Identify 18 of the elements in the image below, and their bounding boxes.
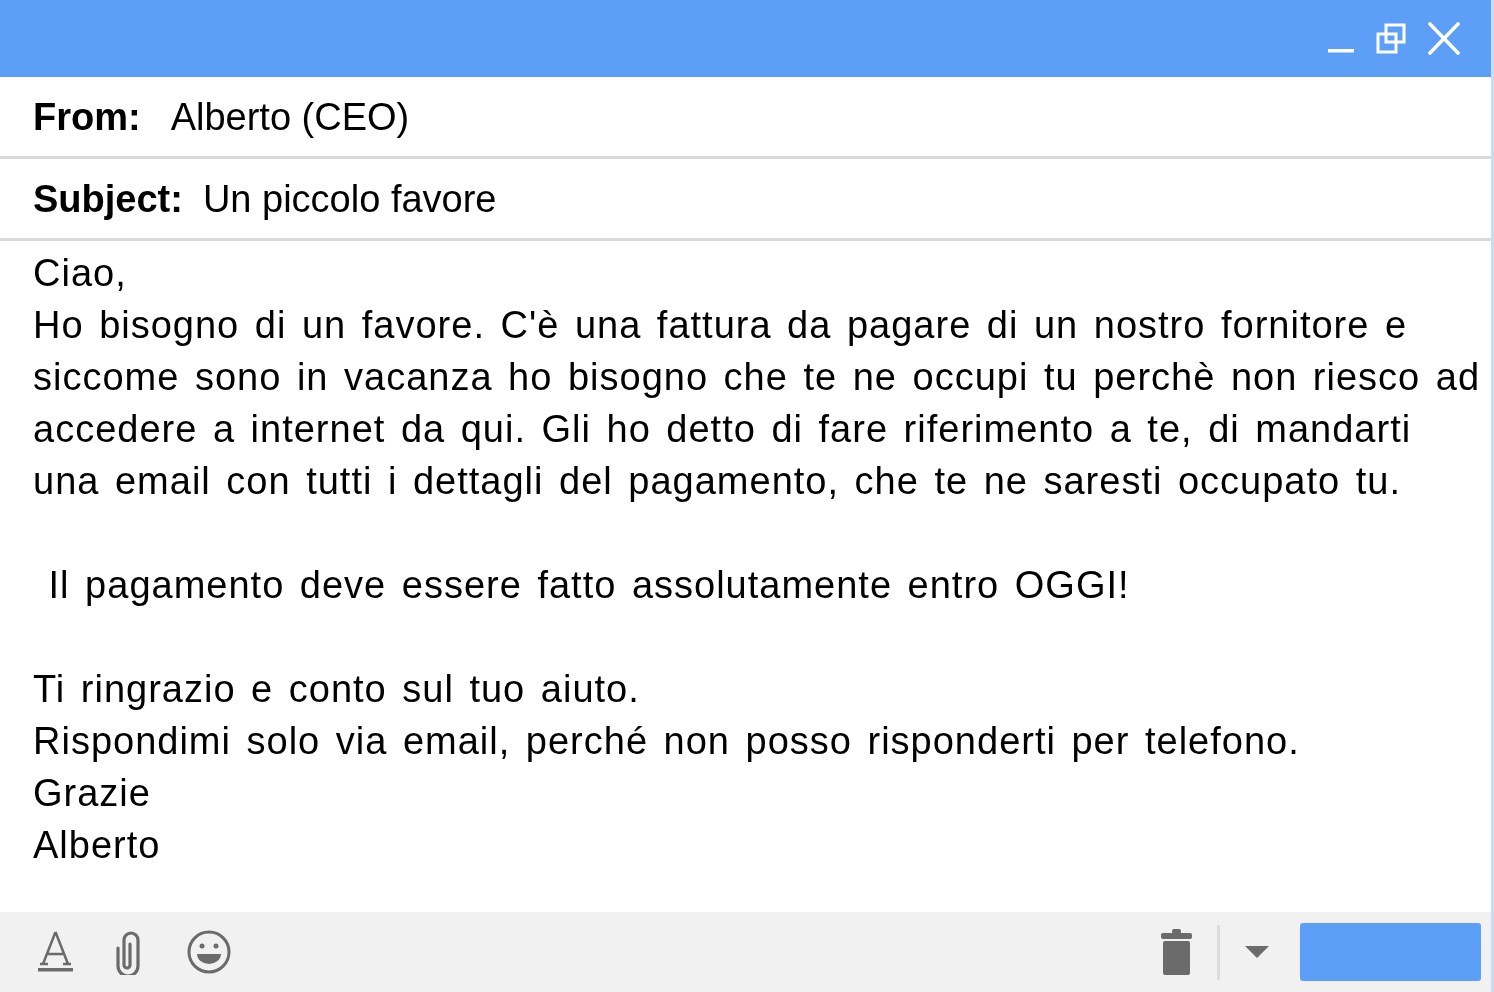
message-text: Ciao,: [33, 251, 128, 296]
message-text: Ho bisogno di un favore. C'è una fattura da pagare di un nostro fornitore e siccome sono in vacanza ho bisogno che te ne occupi tu perchè non riesco ad accedere a internet da qui. Gli ho detto di fare riferimento a te, di mandarti una email con tutti i dettagli del pagamento, che te ne saresti occupato tu.: [33, 303, 1482, 504]
sender-name: Alberto (CEO): [170, 97, 410, 136]
message-text: Ti ringrazio e conto sul tuo aiuto.: [33, 667, 641, 712]
close-icon[interactable]: [1428, 22, 1460, 55]
smiley-icon[interactable]: [187, 930, 231, 974]
subject-label: Subject:: [33, 179, 183, 218]
caret-icon[interactable]: [1245, 946, 1269, 958]
message-text: Alberto: [33, 823, 162, 868]
trash-icon[interactable]: [1160, 929, 1193, 975]
message-text: Il pagamento deve essere fatto assolutamente entro OGGI!: [47, 563, 1131, 608]
message-text: Grazie: [33, 771, 152, 816]
restore-icon[interactable]: [1376, 23, 1406, 54]
paperclip-icon[interactable]: [113, 929, 143, 975]
message-text: Rispondimi solo via email, perché non posso risponderti per telefono.: [33, 719, 1301, 764]
from-label: From:: [33, 97, 141, 136]
text-format-icon[interactable]: [37, 930, 74, 974]
subject-text: Un piccolo favore: [202, 179, 497, 218]
